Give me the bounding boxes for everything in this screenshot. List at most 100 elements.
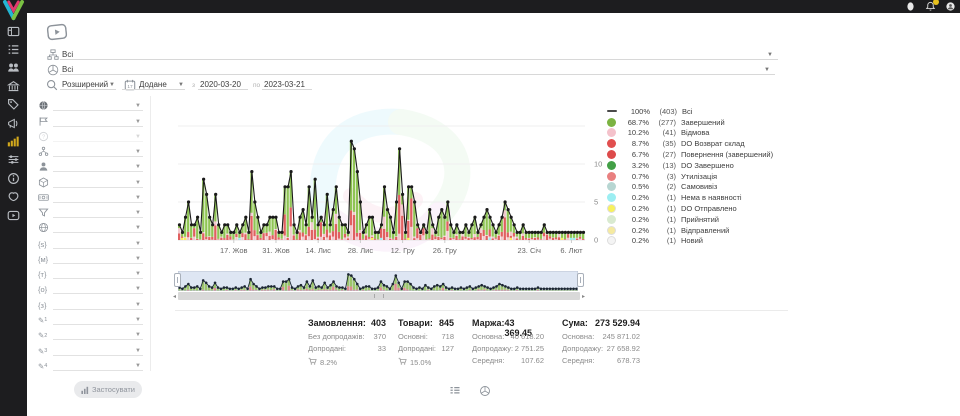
legend-row[interactable]: 0.2%(1)Відправлений	[607, 225, 773, 236]
product-package-icon	[47, 64, 59, 76]
sidebar-item-users[interactable]	[0, 59, 27, 77]
legend-percent: 8.7%	[619, 139, 649, 148]
legend-row[interactable]: 0.2%(1)Новий	[607, 236, 773, 247]
legend-row[interactable]: 0.2%(1)Прийнятий	[607, 214, 773, 225]
profile-icon[interactable]	[905, 1, 916, 12]
package-icon	[38, 177, 53, 188]
filter-dropdown[interactable]	[53, 161, 143, 172]
filter-row-user: ▼	[38, 157, 141, 172]
chart-scrollbar: ◂ ▸	[171, 292, 587, 300]
apply-button[interactable]: Застосувати	[74, 381, 142, 398]
navigator-left-handle[interactable]	[174, 273, 181, 287]
scroll-right-arrow[interactable]: ▸	[580, 292, 587, 300]
legend-row[interactable]: 68.7%(277)Завершений	[607, 117, 773, 128]
filter-dropdown[interactable]	[53, 253, 143, 264]
upsell-rate: 15.0%	[410, 358, 431, 367]
pen-icon: ✎2	[38, 331, 53, 340]
sidebar-item-statistics[interactable]	[0, 132, 27, 150]
chart-legend: 100%(403)Всі68.7%(277)Завершений10.2%(41…	[607, 106, 773, 246]
date-to-underline[interactable]	[262, 77, 312, 90]
filter-dropdown[interactable]	[53, 192, 143, 203]
product-filter-dropdown[interactable]	[60, 62, 775, 75]
filter-dropdown[interactable]	[53, 314, 143, 325]
list-view-icon[interactable]	[449, 384, 461, 396]
legend-row[interactable]: 0.2%(1)DO Отправлено	[607, 203, 773, 214]
account-icon[interactable]	[945, 1, 956, 12]
filter-dropdown[interactable]	[53, 146, 143, 157]
date-from-underline[interactable]	[198, 77, 248, 90]
legend-count: (27)	[649, 150, 676, 159]
svg-text:5: 5	[594, 198, 598, 207]
chart-range-navigator[interactable]	[178, 271, 578, 291]
legend-row[interactable]: 0.7%(3)Утилізація	[607, 171, 773, 182]
legend-row[interactable]: 8.7%(35)DO Возврат склад	[607, 138, 773, 149]
legend-count: (3)	[649, 172, 676, 181]
legend-percent: 0.2%	[619, 204, 649, 213]
sidebar-icon-group	[0, 22, 27, 224]
svg-text:12. Гру: 12. Гру	[391, 246, 415, 255]
stats-title-row: Маржа:43 369.45	[472, 318, 544, 332]
sidebar-item-store[interactable]	[0, 77, 27, 95]
app-logo-icon[interactable]	[2, 0, 25, 21]
sidebar-item-support[interactable]	[0, 188, 27, 206]
filter-dropdown[interactable]	[53, 268, 143, 279]
filter-dropdown[interactable]	[53, 360, 143, 371]
navigator-right-handle[interactable]	[577, 273, 584, 287]
date-field-underline[interactable]	[122, 77, 185, 90]
stats-sub-row: Допродажу:27 658.92	[562, 344, 640, 356]
legend-swatch	[607, 226, 616, 235]
scroll-left-arrow[interactable]: ◂	[171, 292, 178, 300]
filter-row-globe-filled: ▼	[38, 96, 141, 111]
sidebar-item-orders[interactable]	[0, 40, 27, 58]
user-icon	[38, 161, 53, 172]
pen-icon: ✎1	[38, 316, 53, 325]
search-mode-underline[interactable]	[60, 77, 116, 90]
scrollbar-grip[interactable]	[374, 294, 384, 298]
svg-text:26. Гру: 26. Гру	[433, 246, 457, 255]
filter-dropdown[interactable]	[53, 329, 143, 340]
filter-dropdown[interactable]	[53, 283, 143, 294]
sidebar-item-dashboard[interactable]	[0, 22, 27, 40]
filter-row-pen1: ✎1▼	[38, 310, 141, 325]
web-icon	[38, 222, 53, 233]
filter-dropdown[interactable]	[53, 177, 143, 188]
stats-sub-row: Середня:678.73	[562, 356, 640, 368]
package-view-icon[interactable]	[479, 384, 491, 396]
sidebar-item-info[interactable]	[0, 169, 27, 187]
sidebar-item-megaphone[interactable]	[0, 114, 27, 132]
svg-text:28. Лис: 28. Лис	[348, 246, 374, 255]
search-icon[interactable]	[46, 79, 58, 91]
legend-row[interactable]: 0.5%(2)Самовивіз	[607, 182, 773, 193]
legend-label: Прийнятий	[681, 215, 719, 224]
category-filter-dropdown[interactable]	[60, 47, 778, 60]
notification-badge	[933, 0, 939, 5]
bracket-icon: {s}	[38, 240, 53, 249]
filter-dropdown[interactable]	[53, 207, 143, 218]
stats-sub-row: Середня:107.62	[472, 356, 544, 368]
bracket-icon: {о}	[38, 285, 53, 294]
legend-percent: 0.2%	[619, 193, 649, 202]
sidebar-item-sliders[interactable]	[0, 151, 27, 169]
legend-row[interactable]: 10.2%(41)Відмова	[607, 128, 773, 139]
legend-row[interactable]: 3.2%(13)DO Завершено	[607, 160, 773, 171]
sidebar-item-video[interactable]	[0, 206, 27, 224]
filter-dropdown[interactable]	[53, 238, 143, 249]
legend-row[interactable]: 0.2%(1)Нема в наявності	[607, 192, 773, 203]
legend-row[interactable]: 6.7%(27)Повернення (завершений)	[607, 149, 773, 160]
legend-row[interactable]: 100%(403)Всі	[607, 106, 773, 117]
sidebar-item-tags[interactable]	[0, 96, 27, 114]
filter-row-package: ▼	[38, 172, 141, 187]
filter-dropdown[interactable]	[53, 100, 143, 111]
scrollbar-track[interactable]	[178, 292, 580, 300]
legend-swatch	[607, 204, 616, 213]
svg-text:10: 10	[594, 160, 602, 169]
filter-dropdown[interactable]	[53, 299, 143, 310]
notifications-icon[interactable]	[925, 1, 936, 12]
legend-percent: 0.2%	[619, 226, 649, 235]
video-help-icon[interactable]	[46, 23, 68, 41]
legend-label: Повернення (завершений)	[681, 150, 773, 159]
filter-dropdown[interactable]	[53, 222, 143, 233]
legend-percent: 0.5%	[619, 182, 649, 191]
filter-dropdown[interactable]	[53, 345, 143, 356]
filter-dropdown[interactable]	[53, 116, 143, 127]
